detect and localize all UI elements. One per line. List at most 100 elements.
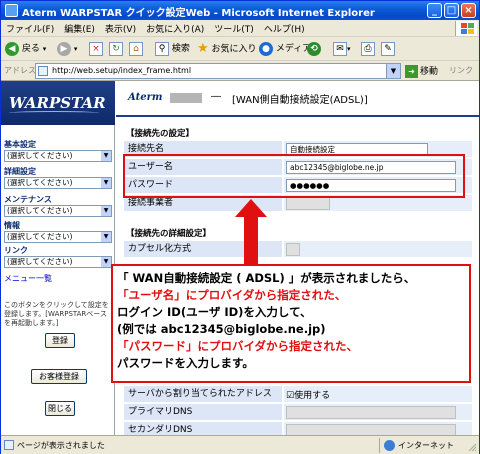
row-encapsulation: カプセル化方式 [124, 241, 472, 259]
banner-dash: ― [211, 91, 221, 102]
close-button[interactable]: × [461, 3, 476, 18]
menu-favorites[interactable]: お気に入り(A) [141, 20, 209, 35]
username-password-highlight [123, 154, 465, 198]
search-icon: ⚲ [155, 41, 169, 56]
select-value: (選択してください) [7, 151, 73, 160]
stop-button[interactable]: × [89, 40, 103, 58]
edit-icon: ✎ [381, 41, 395, 56]
model-name-redacted [170, 93, 202, 103]
links-label[interactable]: リンク [449, 65, 473, 76]
section-connection: 【接続先の設定】 [126, 129, 195, 139]
go-label: 移動 [420, 67, 439, 77]
register-note: このボタンをクリックして設定を登録します。[WARPSTARベースを再起動します… [4, 301, 109, 327]
maintenance-select[interactable]: (選択してください) ▼ [4, 205, 112, 217]
close-page-button[interactable]: 閉じる [45, 401, 75, 416]
window-title: Aterm WARPSTAR クイック設定Web - Microsoft Int… [22, 8, 375, 19]
primary-dns-input[interactable] [286, 406, 456, 419]
group-heading: 詳細設定 [4, 167, 36, 176]
use-server-address-checkbox[interactable]: ☑使用する [286, 388, 330, 401]
field-label: プライマリDNS [124, 404, 282, 421]
group-heading: メンテナンス [4, 195, 52, 204]
resize-grip-icon[interactable] [467, 442, 477, 452]
print-button[interactable]: ⎙ [361, 40, 375, 58]
address-bar: アドレス(D) http://web.setup/index_frame.htm… [1, 61, 479, 81]
print-icon: ⎙ [361, 41, 375, 56]
logo-text: WARPSTAR [9, 94, 106, 112]
back-button[interactable]: ◀ 戻る ▾ [5, 40, 46, 58]
forward-button[interactable]: ▶ ▾ [57, 40, 77, 58]
zone-label: インターネット [398, 441, 454, 450]
instruction-callout: 「 WAN自動接続設定 ( ADSL) 」が表示されましたら、 「ユーザ名」にプ… [111, 264, 471, 383]
back-label: 戻る [21, 44, 40, 54]
home-button[interactable]: ⌂ [129, 40, 143, 58]
select-value: (選択してください) [7, 257, 73, 266]
menu-file[interactable]: ファイル(F) [1, 20, 59, 35]
globe-icon [384, 440, 395, 451]
group-heading: 情報 [4, 221, 20, 230]
page-icon [38, 66, 48, 76]
callout-line: 「パスワード」にプロバイダから指定された、 [117, 339, 359, 353]
media-button[interactable]: ● メディア [259, 40, 311, 58]
info-select[interactable]: (選択してください) ▼ [4, 231, 112, 243]
mail-icon: ✉ [333, 41, 347, 56]
menu-edit[interactable]: 編集(E) [59, 20, 100, 35]
callout-line: パスワードを入力します。 [117, 356, 254, 370]
carrier-select[interactable] [286, 197, 330, 210]
page-banner: Aterm ― [WAN側自動接続設定(ADSL)] [116, 81, 479, 117]
menu-view[interactable]: 表示(V) [100, 20, 141, 35]
go-button[interactable]: ➜ 移動 [405, 64, 438, 78]
menu-bar: ファイル(F) 編集(E) 表示(V) お気に入り(A) ツール(T) ヘルプ(H) [1, 20, 479, 37]
favorites-button[interactable]: ★ お気に入り [197, 40, 257, 58]
favorites-star-icon: ★ [197, 41, 209, 56]
page-title: [WAN側自動接続設定(ADSL)] [232, 95, 368, 106]
title-bar: Aterm WARPSTAR クイック設定Web - Microsoft Int… [1, 1, 479, 20]
chevron-down-icon: ▼ [101, 151, 111, 161]
links-select[interactable]: (選択してください) ▼ [4, 256, 112, 268]
field-value-cell [284, 241, 472, 258]
toolbar: ◀ 戻る ▾ ▶ ▾ × ↻ ⌂ ⚲ 検索 ★ お気に入り ● メディア ⟲ ✉… [1, 37, 479, 61]
menu-tools[interactable]: ツール(T) [209, 20, 259, 35]
advanced-settings-select[interactable]: (選択してください) ▼ [4, 177, 112, 189]
menu-list-link[interactable]: メニュー一覧 [4, 273, 52, 284]
security-zone: インターネット [379, 438, 454, 453]
ie-icon [5, 4, 18, 17]
basic-settings-select[interactable]: (選択してください) ▼ [4, 150, 112, 162]
chevron-down-icon: ▼ [101, 178, 111, 188]
section-connection-detail: 【接続先の詳細設定】 [126, 229, 212, 239]
address-dropdown-icon[interactable]: ▼ [386, 64, 400, 78]
callout-line: 「 WAN自動接続設定 ( ADSL) 」が表示されましたら、 [117, 271, 416, 285]
minimize-button[interactable]: _ [427, 3, 442, 18]
status-text: ページが表示されました [17, 441, 105, 450]
row-secondary-dns: セカンダリDNS [124, 422, 472, 435]
history-icon: ⟲ [307, 41, 321, 56]
field-label: カプセル化方式 [124, 241, 282, 258]
customer-register-button[interactable]: お客様登録 [31, 369, 87, 384]
media-icon: ● [259, 41, 273, 56]
logo-swoosh [9, 111, 99, 115]
address-input[interactable]: http://web.setup/index_frame.html ▼ [35, 63, 401, 79]
address-url: http://web.setup/index_frame.html [52, 66, 192, 75]
sidebar-group-advanced: 詳細設定 (選択してください) ▼ [4, 166, 112, 189]
search-button[interactable]: ⚲ 検索 [155, 40, 190, 58]
encapsulation-select[interactable] [286, 243, 300, 256]
home-icon: ⌂ [129, 41, 143, 56]
select-value: (選択してください) [7, 232, 73, 241]
row-primary-dns: プライマリDNS [124, 404, 472, 422]
register-button[interactable]: 登録 [45, 333, 75, 348]
media-label: メディア [275, 44, 312, 54]
edit-button[interactable]: ✎ [381, 40, 395, 58]
sidebar-group-links: リンク (選択してください) ▼ [4, 245, 112, 268]
pointer-arrow-icon [235, 199, 267, 217]
refresh-button[interactable]: ↻ [109, 40, 123, 58]
history-button[interactable]: ⟲ [307, 40, 321, 58]
mail-button[interactable]: ✉ ▾ [333, 40, 351, 58]
maximize-button[interactable]: □ [444, 3, 459, 18]
chevron-down-icon: ▼ [101, 206, 111, 216]
field-value-cell [284, 422, 472, 435]
field-value-cell [284, 404, 472, 421]
select-value: (選択してください) [7, 178, 73, 187]
pointer-arrow-stem [244, 216, 258, 264]
menu-help[interactable]: ヘルプ(H) [259, 20, 310, 35]
secondary-dns-input[interactable] [286, 424, 456, 435]
chevron-down-icon: ▼ [101, 232, 111, 242]
